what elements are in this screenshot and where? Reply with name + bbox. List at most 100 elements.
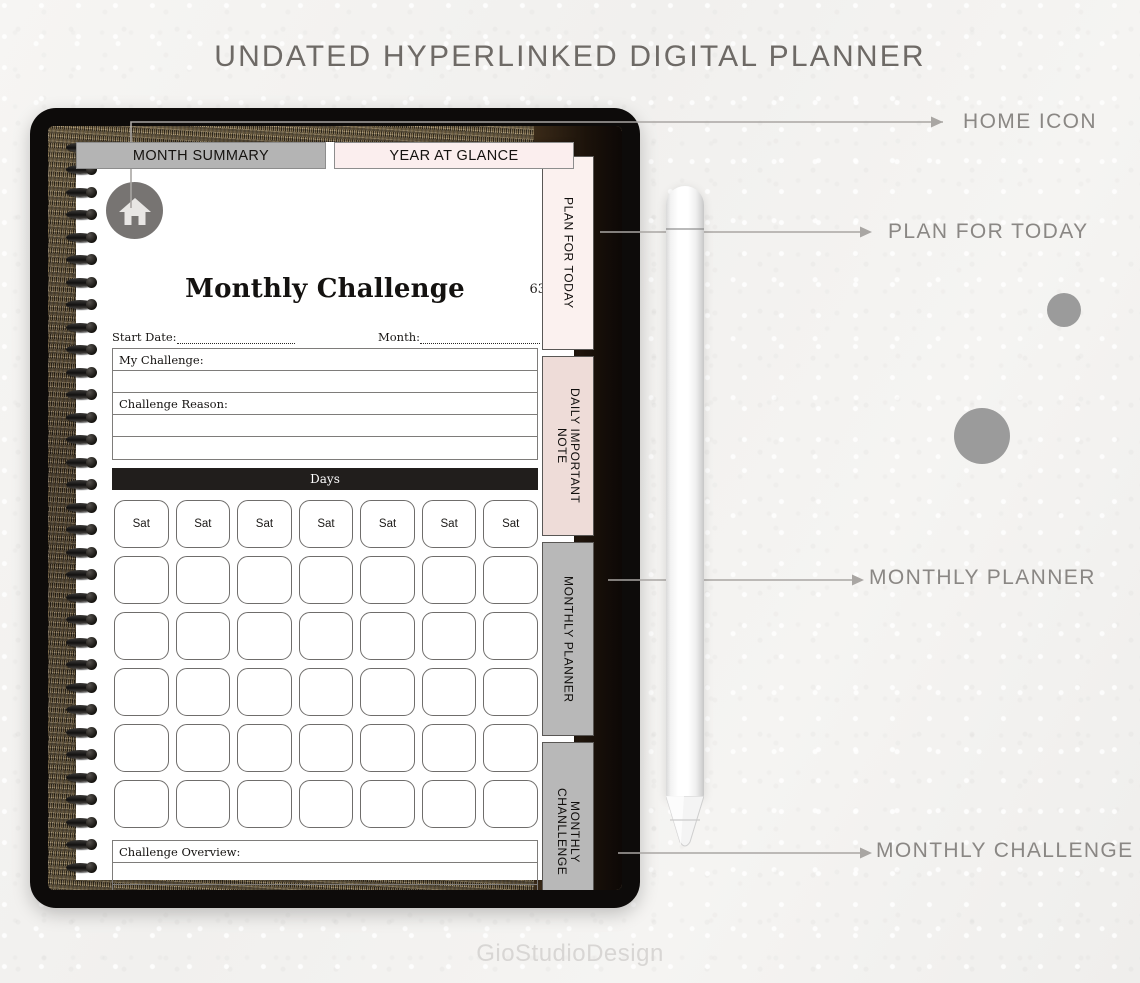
overview-input-1[interactable] (113, 863, 537, 885)
monthly-challenge-tab-label: MONTHLY CHANLLENGE (555, 788, 582, 876)
month-field[interactable]: Month: (322, 330, 540, 344)
apple-pencil-body (666, 186, 704, 798)
day-box[interactable] (175, 612, 231, 660)
day-box[interactable] (483, 780, 538, 828)
spiral-ring (66, 389, 97, 401)
start-date-label: Start Date: (112, 330, 177, 344)
spiral-ring (66, 254, 97, 266)
day-box[interactable] (298, 612, 354, 660)
day-box[interactable] (298, 668, 354, 716)
day-box[interactable] (298, 724, 354, 772)
side-tab-bar: PLAN FOR TODAY DAILY IMPORTANT NOTE MONT… (534, 156, 622, 890)
spiral-ring (66, 794, 97, 806)
spiral-ring (66, 366, 97, 378)
day-box[interactable] (360, 668, 415, 716)
page-meta-row: Start Date: Month: (112, 330, 540, 344)
spiral-ring (66, 659, 97, 671)
day-box[interactable] (483, 668, 538, 716)
day-box[interactable] (483, 612, 538, 660)
day-header-cell: Sat (483, 500, 538, 548)
overview-label: Challenge Overview: (113, 841, 537, 863)
day-box[interactable] (114, 556, 169, 604)
day-box[interactable] (114, 612, 169, 660)
apple-pencil (666, 186, 704, 854)
day-box[interactable] (421, 668, 477, 716)
annotation-plan-for-today: PLAN FOR TODAY (888, 220, 1089, 243)
spiral-ring (66, 479, 97, 491)
spiral-ring (66, 434, 97, 446)
monthly-challenge-tab[interactable]: MONTHLY CHANLLENGE (542, 742, 594, 890)
spiral-ring (66, 299, 97, 311)
form-line-challenge-reason-input-1[interactable] (113, 415, 537, 437)
day-box[interactable] (360, 612, 415, 660)
planner-page-content: Monthly Challenge 63 Start Date: Month: … (106, 180, 546, 890)
form-line-my-challenge-input[interactable] (113, 371, 537, 393)
day-box[interactable] (175, 668, 231, 716)
daily-important-note-tab-label: DAILY IMPORTANT NOTE (555, 388, 582, 504)
top-tab-bar: MONTH SUMMARY YEAR AT GLANCE (76, 142, 574, 169)
spiral-binding (66, 140, 97, 882)
day-box[interactable] (237, 780, 292, 828)
start-date-field[interactable]: Start Date: (112, 330, 322, 344)
month-label: Month: (377, 330, 420, 344)
decorative-dot-large (954, 408, 1010, 464)
annotation-home-icon: HOME ICON (963, 110, 1097, 133)
spiral-ring (66, 276, 97, 288)
day-box[interactable] (237, 556, 292, 604)
day-box[interactable] (483, 556, 538, 604)
day-box[interactable] (421, 724, 477, 772)
day-box[interactable] (298, 780, 354, 828)
spiral-ring (66, 546, 97, 558)
spiral-ring (66, 636, 97, 648)
tablet-device: Monthly Challenge 63 Start Date: Month: … (30, 108, 640, 908)
spiral-ring (66, 456, 97, 468)
plan-for-today-tab-label: PLAN FOR TODAY (561, 197, 576, 309)
spiral-ring (66, 411, 97, 423)
day-box[interactable] (175, 556, 231, 604)
spiral-ring (66, 816, 97, 828)
day-box[interactable] (114, 668, 169, 716)
spiral-ring (66, 704, 97, 716)
day-box[interactable] (360, 780, 415, 828)
day-header-cell: Sat (298, 500, 354, 548)
day-box[interactable] (421, 780, 477, 828)
monthly-planner-tab[interactable]: MONTHLY PLANNER (542, 542, 594, 736)
spiral-ring (66, 681, 97, 693)
tablet-screen: Monthly Challenge 63 Start Date: Month: … (48, 126, 622, 890)
form-line-challenge-reason-input-2[interactable] (113, 437, 537, 459)
leader-line-plan-for-today (600, 222, 875, 242)
month-input[interactable] (420, 332, 540, 344)
overview-input-2[interactable] (113, 885, 537, 890)
day-box[interactable] (421, 612, 477, 660)
day-header-cell: Sat (175, 500, 231, 548)
day-box[interactable] (421, 556, 477, 604)
day-box[interactable] (237, 724, 292, 772)
plan-for-today-tab[interactable]: PLAN FOR TODAY (542, 156, 594, 350)
spiral-ring (66, 569, 97, 581)
spiral-ring (66, 344, 97, 356)
day-box[interactable] (114, 780, 169, 828)
tab-month-summary[interactable]: MONTH SUMMARY (76, 142, 326, 169)
day-box[interactable] (237, 612, 292, 660)
days-section-header: Days (112, 468, 538, 490)
day-header-cell: Sat (421, 500, 477, 548)
spiral-ring (66, 749, 97, 761)
start-date-input[interactable] (176, 332, 295, 344)
day-box[interactable] (175, 724, 231, 772)
spiral-ring (66, 501, 97, 513)
day-box[interactable] (298, 556, 354, 604)
day-header-cell: Sat (114, 500, 169, 548)
day-box[interactable] (114, 724, 169, 772)
day-box[interactable] (175, 780, 231, 828)
spiral-ring (66, 186, 97, 198)
day-header-cell: Sat (237, 500, 292, 548)
tab-year-at-glance[interactable]: YEAR AT GLANCE (334, 142, 574, 169)
day-box[interactable] (360, 556, 415, 604)
daily-important-note-tab[interactable]: DAILY IMPORTANT NOTE (542, 356, 594, 536)
day-box[interactable] (360, 724, 415, 772)
challenge-form-block: My Challenge: Challenge Reason: (112, 348, 538, 460)
spiral-ring (66, 321, 97, 333)
spiral-ring (66, 209, 97, 221)
day-box[interactable] (237, 668, 292, 716)
day-box[interactable] (483, 724, 538, 772)
